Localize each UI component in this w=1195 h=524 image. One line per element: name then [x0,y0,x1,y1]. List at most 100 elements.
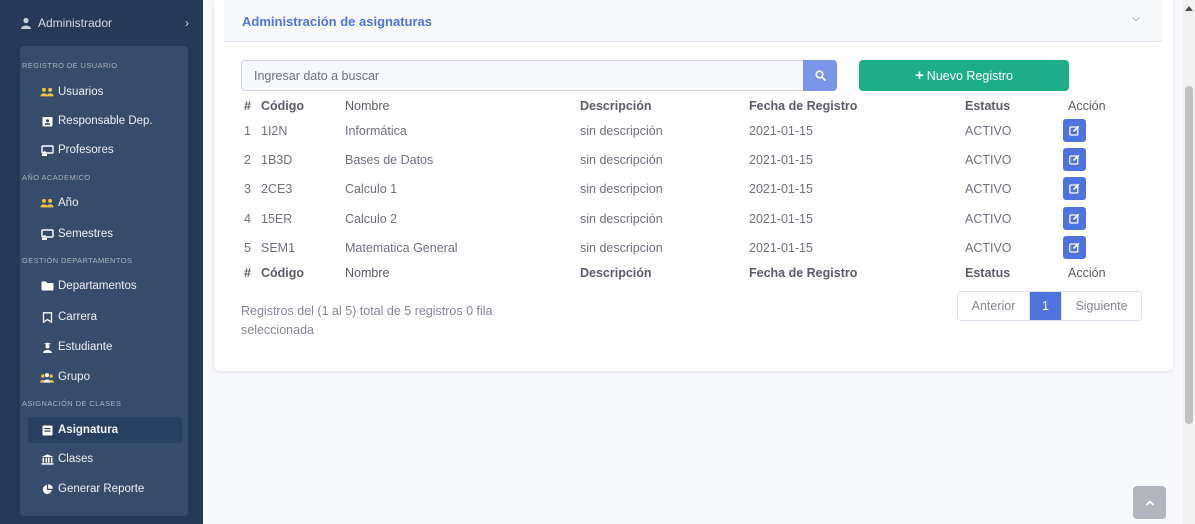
pagination-next[interactable]: Siguiente [1061,292,1141,320]
row-number: 1 [244,124,251,138]
main-card: Administración de asignaturas + Nuevo Re… [214,0,1173,371]
users-icon [40,197,54,209]
pagination: Anterior 1 Siguiente [957,291,1142,321]
edit-button[interactable] [1063,148,1086,171]
column-header-descripcion[interactable]: Descripción [580,99,652,113]
bookmark-icon [40,311,54,323]
sidebar-item-anio[interactable]: Año [28,190,182,216]
column-header-number[interactable]: # [244,99,251,113]
scroll-up-arrow-icon[interactable] [1185,6,1193,11]
section-gestion-departamentos: GESTIÓN DEPARTAMENTOS [22,256,133,265]
chevron-up-icon [1145,499,1154,506]
sidebar-item-label: Asignatura [58,424,119,436]
pagination-page-1[interactable]: 1 [1030,292,1061,320]
row-estatus: ACTIVO [965,182,1012,196]
row-number: 2 [244,153,251,167]
page-scrollbar[interactable] [1183,0,1195,524]
book-icon [40,424,54,436]
sidebar-item-semestres[interactable]: Semestres [28,221,182,247]
row-nombre: Calculo 2 [345,212,398,226]
search-icon [814,70,826,81]
folder-icon [40,280,54,292]
sidebar-item-clases[interactable]: Clases [28,446,182,472]
footer-nombre: Nombre [345,266,390,280]
footer-estatus: Estatus [965,266,1011,280]
row-descripcion: sin descripción [580,212,663,226]
search-button[interactable] [803,60,837,91]
sidebar-item-grupo[interactable]: Grupo [28,364,182,390]
edit-button[interactable] [1063,177,1086,200]
scrollbar-thumb[interactable] [1185,86,1193,424]
chevron-down-icon[interactable] [1131,14,1141,24]
column-header-nombre[interactable]: Nombre [345,99,389,113]
column-header-accion: Acción [1068,99,1106,113]
sidebar-user-toggle[interactable]: Administrador › [0,10,203,36]
sidebar-item-responsable[interactable]: Responsable Dep. [28,108,182,134]
edit-icon [1069,242,1080,253]
row-nombre: Calculo 1 [345,182,398,196]
new-record-button[interactable]: + Nuevo Registro [859,60,1069,91]
row-nombre: Bases de Datos [345,153,434,167]
row-estatus: ACTIVO [965,212,1012,226]
row-nombre: Matematica General [345,241,458,255]
row-estatus: ACTIVO [965,241,1012,255]
users-icon [40,86,54,98]
scroll-to-top-button[interactable] [1133,486,1166,519]
section-asignacion-clases: ASIGNACIÓN DE CLASES [22,399,122,408]
column-header-fecha[interactable]: Fecha de Registro [749,99,857,113]
row-codigo: SEM1 [261,241,296,255]
new-record-label: Nuevo Registro [926,68,1013,83]
search-input[interactable] [241,60,803,91]
row-fecha: 2021-01-15 [749,124,813,138]
edit-button[interactable] [1063,207,1086,230]
sidebar-item-label: Grupo [58,371,90,383]
sidebar-item-estudiante[interactable]: Estudiante [28,334,182,360]
edit-button[interactable] [1063,236,1086,259]
chalkboard-icon [40,228,54,240]
sidebar-item-label: Carrera [58,311,97,323]
section-registro-usuario: REGISTRO DE USUARIO [22,61,118,70]
sidebar-item-label: Estudiante [58,341,113,353]
card-header[interactable]: Administración de asignaturas [224,0,1163,42]
sidebar-item-label: Profesores [58,144,114,156]
row-estatus: ACTIVO [965,153,1012,167]
sidebar-item-carrera[interactable]: Carrera [28,304,182,330]
edit-button[interactable] [1063,119,1086,142]
row-codigo: 2CE3 [261,182,293,196]
pagination-previous[interactable]: Anterior [958,292,1030,320]
sidebar-item-label: Clases [58,453,94,465]
sidebar-item-label: Usuarios [58,86,104,98]
row-fecha: 2021-01-15 [749,241,813,255]
row-fecha: 2021-01-15 [749,212,813,226]
university-icon [40,453,54,465]
column-header-codigo[interactable]: Código [261,99,304,113]
row-codigo: 1B3D [261,153,293,167]
row-descripcion: sin descripcion [580,182,663,196]
edit-icon [1069,154,1080,165]
id-badge-icon [40,115,54,127]
page-title: Administración de asignaturas [242,14,432,29]
row-codigo: 15ER [261,212,293,226]
sidebar-item-departamentos[interactable]: Departamentos [28,273,182,299]
column-header-estatus[interactable]: Estatus [965,99,1010,113]
edit-icon [1069,183,1080,194]
plus-icon: + [915,67,924,84]
row-descripcion: sin descripción [580,153,663,167]
sidebar: Administrador › REGISTRO DE USUARIO Usua… [0,0,203,524]
sidebar-item-label: Año [58,197,79,209]
row-nombre: Informática [345,124,407,138]
row-fecha: 2021-01-15 [749,153,813,167]
sidebar-item-usuarios[interactable]: Usuarios [28,79,182,105]
row-number: 4 [244,212,251,226]
row-descripcion: sin descripción [580,124,663,138]
row-number: 5 [244,241,251,255]
footer-accion: Acción [1068,266,1106,280]
sidebar-item-label: Departamentos [58,280,137,292]
sidebar-item-label: Generar Reporte [58,483,145,495]
group-icon [40,371,54,383]
sidebar-item-asignatura[interactable]: Asignatura [28,417,182,443]
row-codigo: 1I2N [261,124,288,138]
sidebar-item-profesores[interactable]: Profesores [28,137,182,163]
sidebar-item-label: Semestres [58,228,113,240]
sidebar-item-generar-reporte[interactable]: Generar Reporte [28,476,182,502]
